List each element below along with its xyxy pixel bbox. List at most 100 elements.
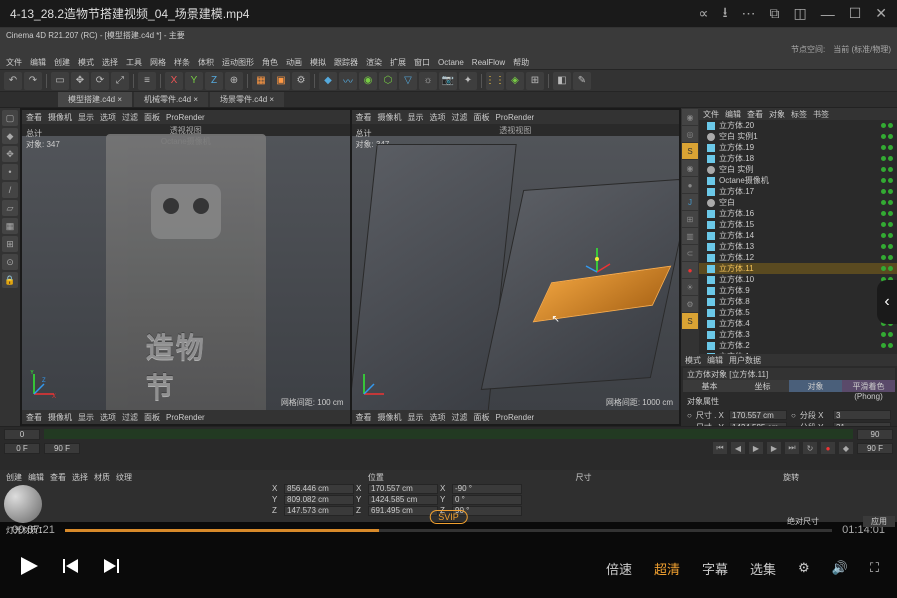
c4d-menubar[interactable]: 文件编辑创建模式选择工具网格样条体积运动图形角色动画模拟跟踪器渲染扩展窗口Oct… xyxy=(0,56,897,70)
viewport-menu-item[interactable]: 选项 xyxy=(430,412,446,423)
outliner-tab[interactable]: 标签 xyxy=(791,109,807,120)
viewport-menu-item[interactable]: ProRender xyxy=(496,413,535,422)
generator-icon[interactable]: ⬡ xyxy=(379,72,397,90)
attr-input[interactable] xyxy=(833,410,891,420)
rotate-icon[interactable]: ⟳ xyxy=(91,72,109,90)
c4d-left-toolbar[interactable]: ▢ ◆ ✥ • / ▱ ▦ ⊞ ⊙ 🔒 xyxy=(0,108,20,426)
viewport-menu-item[interactable]: 显示 xyxy=(408,412,424,423)
menu-item[interactable]: 工具 xyxy=(126,57,142,68)
next-button[interactable] xyxy=(102,557,120,580)
material-tab[interactable]: 创建 xyxy=(6,472,22,483)
viewport-menu-item[interactable]: 显示 xyxy=(408,112,424,123)
y-axis-icon[interactable]: Y xyxy=(185,72,203,90)
light-icon[interactable]: ✦ xyxy=(459,72,477,90)
file-tab[interactable]: 模型搭建.c4d × xyxy=(58,92,132,107)
mograph-icon[interactable]: ⋮⋮ xyxy=(486,72,504,90)
octane-link-icon[interactable]: ⊂ xyxy=(682,245,698,261)
timeline-prev-icon[interactable]: ◀ xyxy=(731,442,745,454)
timeline-last-icon[interactable]: ⏭ xyxy=(785,442,799,454)
menu-item[interactable]: 角色 xyxy=(262,57,278,68)
outliner-row[interactable]: 立方体.20 xyxy=(699,120,897,131)
z-axis-icon[interactable]: Z xyxy=(205,72,223,90)
cube-primitive-icon[interactable]: ◆ xyxy=(319,72,337,90)
material-tab[interactable]: 纹理 xyxy=(116,472,132,483)
timeline-start-input[interactable] xyxy=(4,429,40,440)
effector-icon[interactable]: ◈ xyxy=(506,72,524,90)
viewport-menu-item[interactable]: 过滤 xyxy=(452,412,468,423)
outliner-row[interactable]: 立方体.5 xyxy=(699,307,897,318)
speed-button[interactable]: 倍速 xyxy=(606,559,632,578)
viewport-menu-item[interactable]: 摄像机 xyxy=(378,412,402,423)
volume-icon[interactable]: 🔊 xyxy=(832,560,848,576)
viewport-menu-item[interactable]: ProRender xyxy=(166,113,205,122)
coord-input[interactable] xyxy=(368,484,438,494)
menu-item[interactable]: 选择 xyxy=(102,57,118,68)
tool-icon[interactable]: ✎ xyxy=(573,72,591,90)
outliner-row[interactable]: 立方体.15 xyxy=(699,219,897,230)
viewport-menu-item[interactable]: 面板 xyxy=(474,412,490,423)
menu-item[interactable]: 帮助 xyxy=(513,57,529,68)
outliner-tab[interactable]: 编辑 xyxy=(725,109,741,120)
viewport-left[interactable]: 查看摄像机显示选项过滤面板ProRender 透视视图 Octane摄像机 总计… xyxy=(22,110,350,424)
menu-item[interactable]: 样条 xyxy=(174,57,190,68)
outliner-row[interactable]: 立方体.3 xyxy=(699,329,897,340)
outliner-row[interactable]: 立方体.16 xyxy=(699,208,897,219)
viewport-menu-item[interactable]: 过滤 xyxy=(452,112,468,123)
frame-end-input[interactable] xyxy=(857,443,893,454)
frame-current-input[interactable] xyxy=(44,443,80,454)
material-tab[interactable]: 查看 xyxy=(50,472,66,483)
menu-item[interactable]: 窗口 xyxy=(414,57,430,68)
select-icon[interactable]: ▭ xyxy=(51,72,69,90)
prev-button[interactable] xyxy=(62,557,80,580)
download-icon[interactable]: ⭳ xyxy=(723,2,728,26)
menu-item[interactable]: 创建 xyxy=(54,57,70,68)
octane-j-icon[interactable]: J xyxy=(682,194,698,210)
octane-film-icon[interactable]: ▥ xyxy=(682,228,698,244)
coord-input[interactable] xyxy=(452,495,522,505)
transform-gizmo-icon[interactable] xyxy=(582,244,612,274)
timeline-end-input[interactable] xyxy=(857,429,893,440)
camera-icon[interactable]: 📷 xyxy=(439,72,457,90)
play-button[interactable] xyxy=(18,555,40,582)
octane-globe-icon[interactable]: ◉ xyxy=(682,109,698,125)
subtitle-button[interactable]: 字幕 xyxy=(702,559,728,578)
octane-camera-icon[interactable]: ● xyxy=(682,262,698,278)
octane-sun-icon[interactable]: ☀ xyxy=(682,279,698,295)
viewport-menu-item[interactable]: 选项 xyxy=(100,412,116,423)
material-tab[interactable]: 材质 xyxy=(94,472,110,483)
minimize-icon[interactable]: — xyxy=(821,6,835,22)
octane-target-icon[interactable]: ◎ xyxy=(682,126,698,142)
outliner-tab[interactable]: 文件 xyxy=(703,109,719,120)
workplane-icon[interactable]: ⊞ xyxy=(2,236,18,252)
attr-mode-tab[interactable]: 模式 xyxy=(685,355,701,366)
viewport-menu-item[interactable]: 过滤 xyxy=(122,112,138,123)
menu-item[interactable]: 体积 xyxy=(198,57,214,68)
move-icon[interactable]: ✥ xyxy=(71,72,89,90)
octane-s2-icon[interactable]: S xyxy=(682,313,698,329)
render-settings-icon[interactable]: ⚙ xyxy=(292,72,310,90)
outliner-row[interactable]: 立方体.11 xyxy=(699,263,897,274)
viewport-menu-item[interactable]: 面板 xyxy=(144,412,160,423)
outliner-row[interactable]: 立方体.18 xyxy=(699,153,897,164)
settings-icon[interactable]: ⚙ xyxy=(798,560,810,576)
outliner-tab[interactable]: 对象 xyxy=(769,109,785,120)
redo-icon[interactable]: ↷ xyxy=(24,72,42,90)
octane-gear-icon[interactable]: ⚙ xyxy=(682,296,698,312)
timeline-next-icon[interactable]: ▶ xyxy=(767,442,781,454)
outliner-row[interactable]: 立方体.12 xyxy=(699,252,897,263)
texture-mode-icon[interactable]: ▦ xyxy=(2,218,18,234)
environment-icon[interactable]: ☼ xyxy=(419,72,437,90)
outliner-row[interactable]: Octane摄像机 xyxy=(699,175,897,186)
viewport-menu-item[interactable]: 选项 xyxy=(430,112,446,123)
attr-input[interactable] xyxy=(729,410,787,420)
material-panel[interactable]: 创建编辑查看选择材质纹理 灯光材质1 xyxy=(0,470,270,522)
menu-item[interactable]: 动画 xyxy=(286,57,302,68)
timeline-first-icon[interactable]: ⏮ xyxy=(713,442,727,454)
c4d-file-tabs[interactable]: 模型搭建.c4d ×机械零件.c4d ×场景零件.c4d × xyxy=(0,92,897,108)
timeline-track[interactable] xyxy=(44,429,853,439)
viewport-menu-item[interactable]: 查看 xyxy=(356,412,372,423)
object-mode-icon[interactable]: ◆ xyxy=(2,128,18,144)
material-preview-icon[interactable] xyxy=(4,485,42,523)
c4d-toolbar[interactable]: ↶ ↷ ▭ ✥ ⟳ ⤢ ≡ X Y Z ⊕ ▦ ▣ ⚙ ◆ 〰 ◉ ⬡ ▽ ☼ … xyxy=(0,70,897,92)
viewport-menu-item[interactable]: 显示 xyxy=(78,112,94,123)
